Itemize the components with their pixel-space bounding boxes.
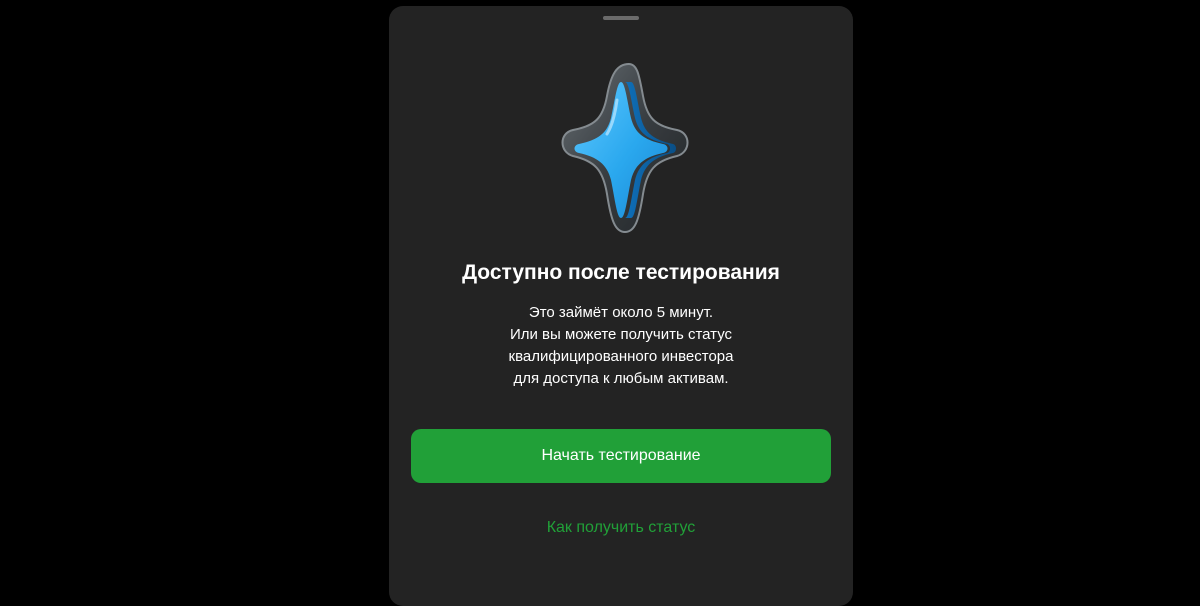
sheet-title: Доступно после тестирования xyxy=(462,261,780,284)
sheet-description: Это займёт около 5 минут. Или вы можете … xyxy=(389,302,853,390)
description-line: для доступа к любым активам. xyxy=(513,370,729,387)
description-line: Это займёт около 5 минут. xyxy=(528,304,714,321)
sheet-grabber-handle[interactable] xyxy=(603,16,639,20)
bottom-sheet: Доступно после тестирования Это займёт о… xyxy=(389,6,853,606)
blue-star-icon xyxy=(551,60,691,236)
description-line: Или вы можете получить статус xyxy=(509,326,733,343)
start-testing-button[interactable]: Начать тестирование xyxy=(411,429,831,483)
description-line: квалифицированного инвестора xyxy=(508,348,734,365)
how-to-get-status-link[interactable]: Как получить статус xyxy=(389,516,853,540)
